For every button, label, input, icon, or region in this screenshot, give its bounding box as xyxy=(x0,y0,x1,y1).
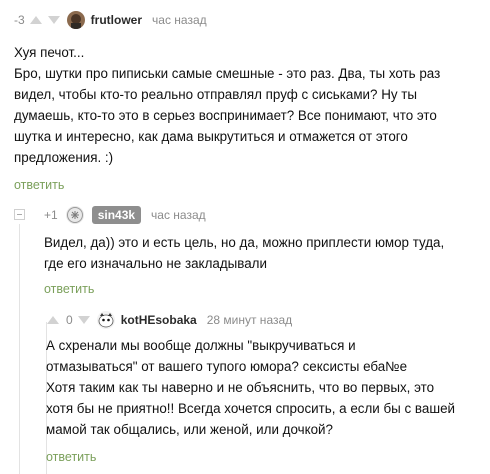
upvote-icon[interactable] xyxy=(29,15,43,25)
comment-rating: -3 xyxy=(14,13,25,27)
comment-line: предложения. :) xyxy=(14,150,114,165)
comment-line: Видел, да)) это и есть цель, но да, можн… xyxy=(44,235,445,250)
comment-line: шутка и интересно, как дама выкрутиться … xyxy=(14,129,408,144)
comment-line: отмазываться" от вашего тупого юмора? се… xyxy=(46,359,408,374)
reply-link[interactable]: ответить xyxy=(14,178,64,192)
comment-line: видел, чтобы кто-то реально отправлял пр… xyxy=(14,87,418,102)
comment-header: +1 sin43k час назад xyxy=(44,205,206,225)
comment-line: Бро, шутки про пиписьки самые смешные - … xyxy=(14,66,441,81)
comment-author[interactable]: sin43k xyxy=(91,206,142,224)
comment-time[interactable]: час назад xyxy=(152,13,207,27)
comment-header: 0 kotHEsobaka 28 минут назад xyxy=(46,310,292,330)
comment-time[interactable]: час назад xyxy=(151,208,206,222)
reply-link[interactable]: ответить xyxy=(44,282,94,296)
avatar[interactable] xyxy=(66,11,85,29)
avatar[interactable] xyxy=(65,206,84,224)
avatar[interactable] xyxy=(96,311,115,329)
comment-author[interactable]: kotHEsobaka xyxy=(121,313,197,327)
comment-line: думаешь, кто-то это в серьез воспринимае… xyxy=(14,108,437,123)
comment-line: Хотя таким как ты наверно и не объяснить… xyxy=(46,380,435,395)
comment-line: хотя бы не приятно!! Всегда хочется спро… xyxy=(46,401,456,416)
comment-line: мамой так общались, или женой, или дочко… xyxy=(46,422,333,437)
downvote-icon[interactable] xyxy=(77,315,91,325)
comment-line: где его изначально не закладывали xyxy=(44,256,267,271)
comment-rating: +1 xyxy=(44,208,58,222)
comment-text: Хуя печот... Бро, шутки про пиписьки сам… xyxy=(14,42,484,168)
comment-line: Хуя печот... xyxy=(14,45,85,60)
collapse-toggle[interactable] xyxy=(14,209,25,220)
comment-header: -3 frutlower час назад xyxy=(14,10,207,30)
upvote-icon[interactable] xyxy=(46,315,60,325)
reply-link[interactable]: ответить xyxy=(46,450,96,464)
thread-line[interactable] xyxy=(19,224,20,474)
comment-text: А схренали мы вообще должны "выкручивать… xyxy=(46,335,486,440)
downvote-icon[interactable] xyxy=(47,15,61,25)
comment-rating: 0 xyxy=(66,313,73,327)
comment-text: Видел, да)) это и есть цель, но да, можн… xyxy=(44,232,484,274)
comment-line: А схренали мы вообще должны "выкручивать… xyxy=(46,338,356,353)
comment-author[interactable]: frutlower xyxy=(91,13,142,27)
comment-time[interactable]: 28 минут назад xyxy=(207,313,292,327)
